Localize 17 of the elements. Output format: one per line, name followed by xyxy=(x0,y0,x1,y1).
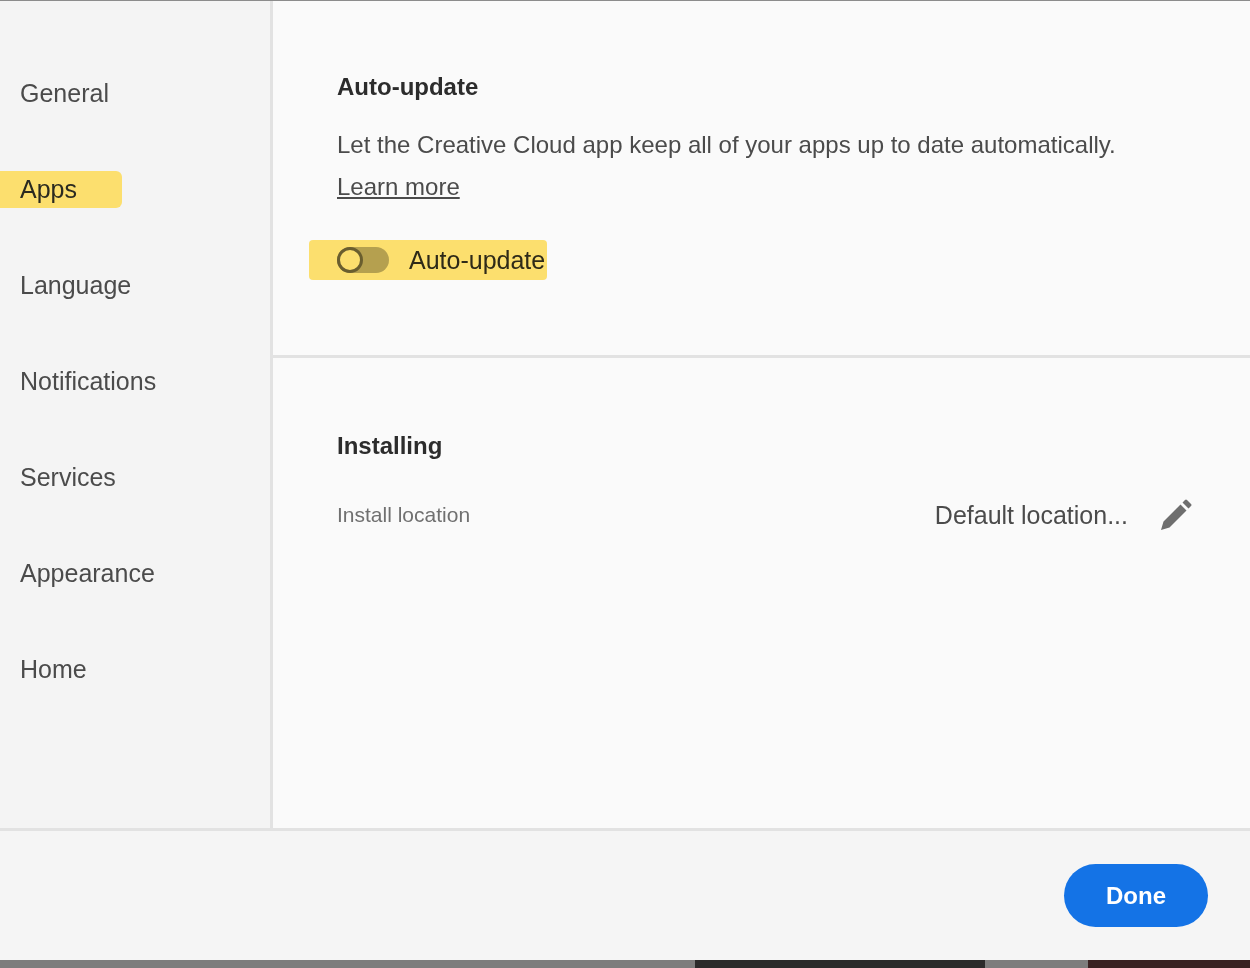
edit-icon[interactable] xyxy=(1160,499,1192,531)
field-value: Default location... xyxy=(934,500,1128,530)
section-heading: Installing xyxy=(337,431,444,461)
sidebar-item[interactable]: Apps xyxy=(0,171,122,208)
section-heading: Auto-update xyxy=(337,72,480,102)
learn-more-link[interactable]: Learn more xyxy=(337,173,460,200)
toggle-switch[interactable] xyxy=(337,247,389,273)
field-label: Install location xyxy=(337,502,471,528)
sidebar-item[interactable]: Home xyxy=(0,651,132,688)
sidebar-item[interactable]: Appearance xyxy=(0,555,200,592)
sidebar-item[interactable]: Services xyxy=(0,459,161,496)
done-button[interactable]: Done xyxy=(1064,864,1208,927)
sidebar-item[interactable]: Language xyxy=(0,267,177,304)
toggle-label: Auto-update xyxy=(409,245,546,275)
sidebar-item[interactable]: Notifications xyxy=(0,363,202,400)
section-description: Let the Creative Cloud app keep all of your apps up to date automatically. xyxy=(337,130,1117,160)
sidebar-item[interactable]: General xyxy=(0,75,154,112)
